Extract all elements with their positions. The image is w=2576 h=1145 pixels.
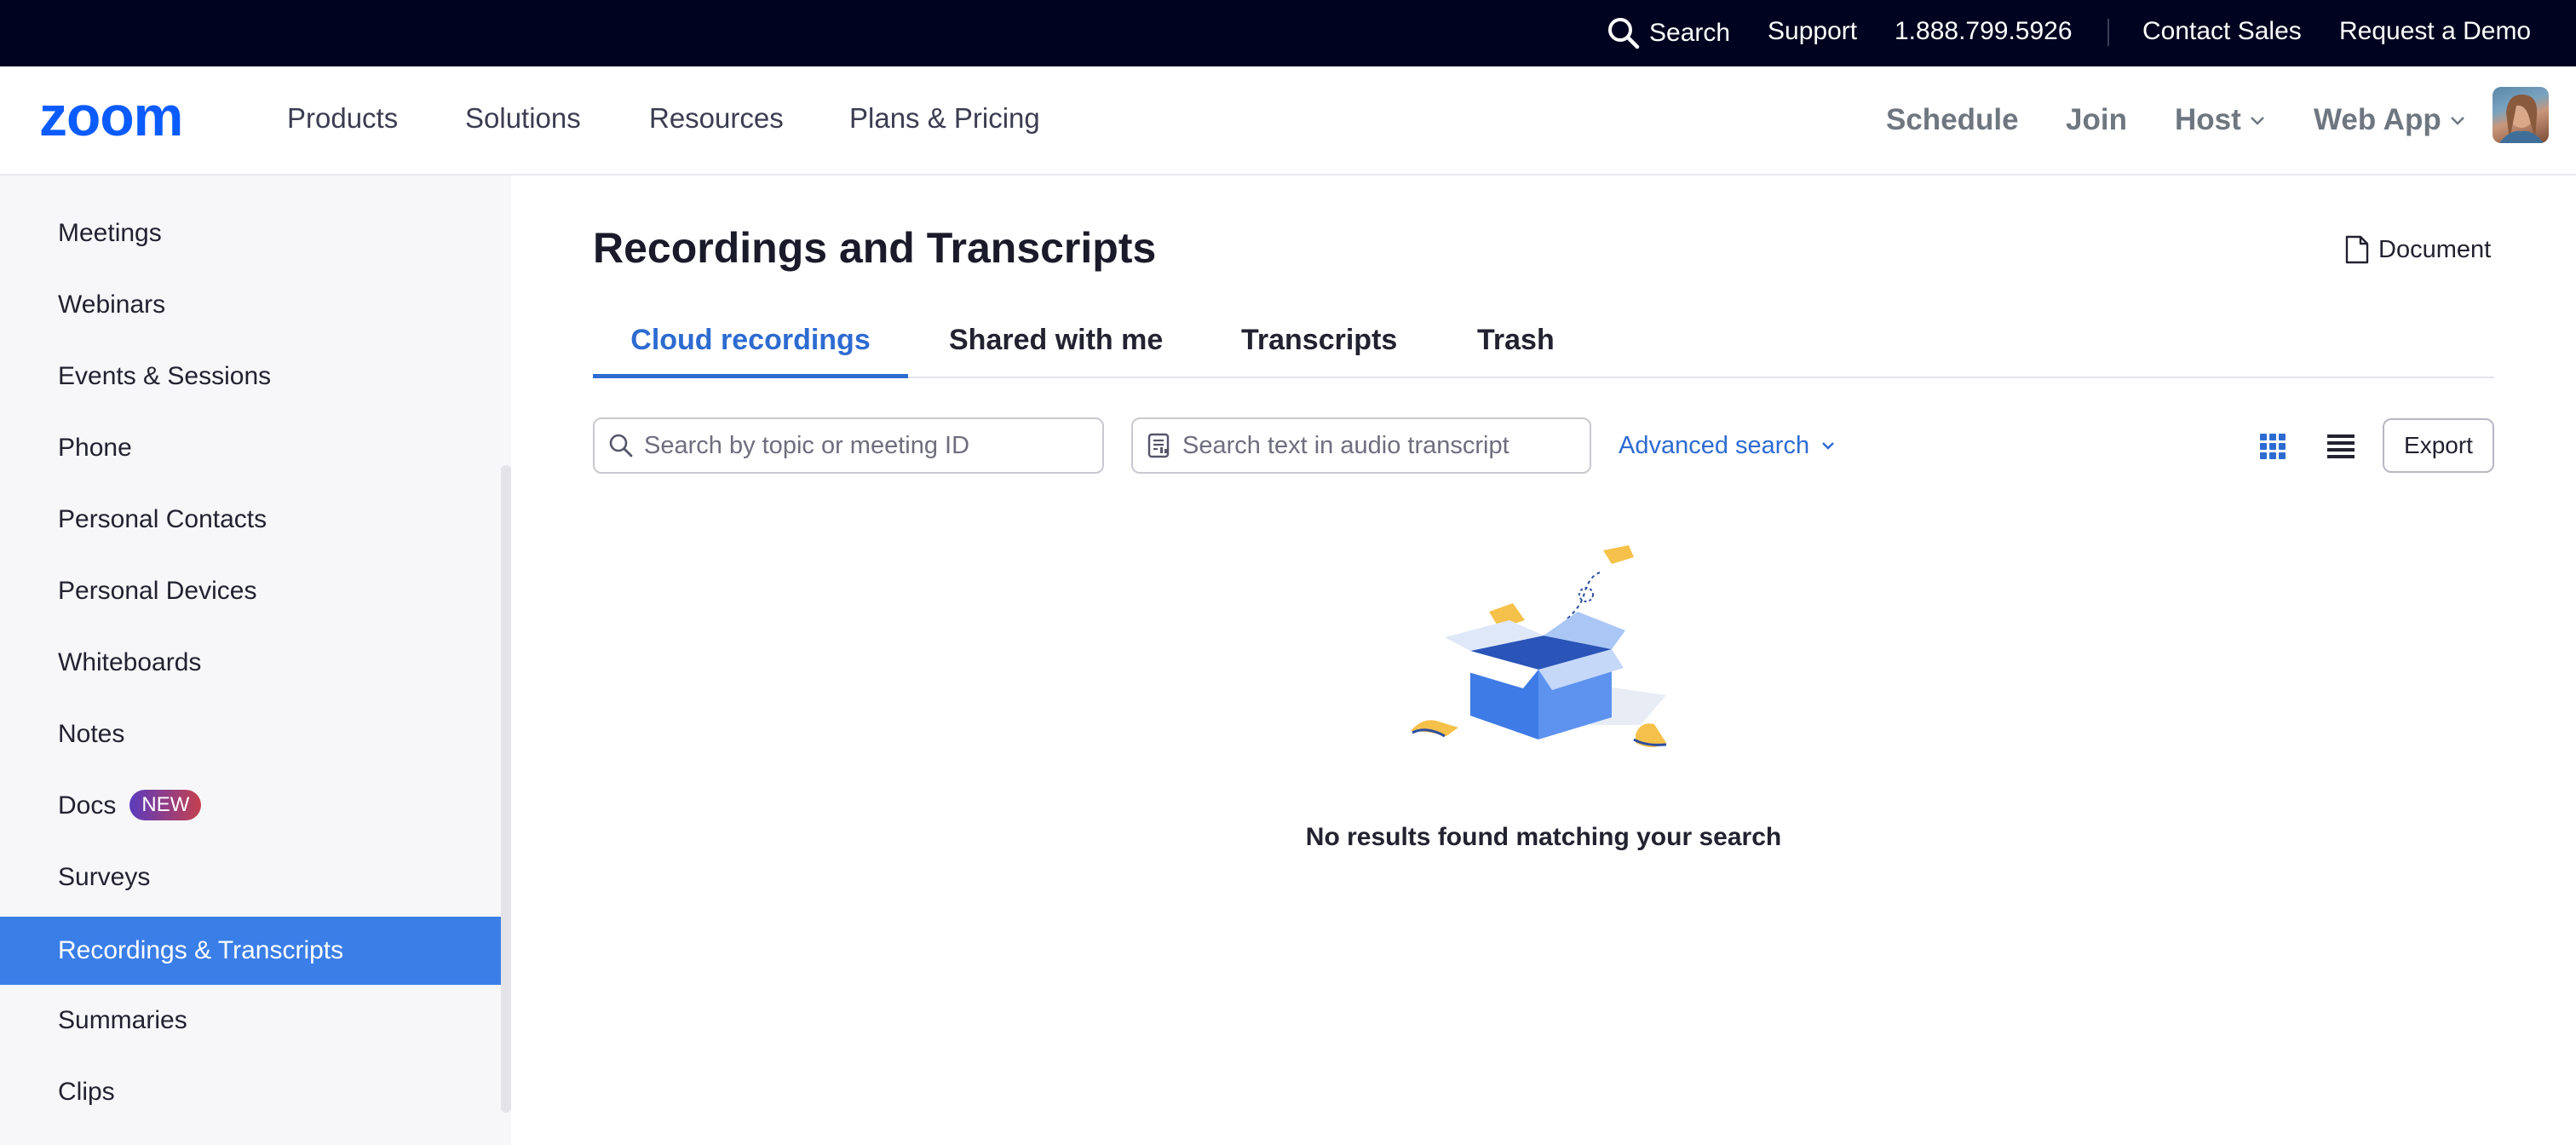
sidebar-item-docs[interactable]: Docs NEW <box>0 772 501 840</box>
nav-join[interactable]: Join <box>2066 66 2127 174</box>
top-search-label: Search <box>1649 19 1731 47</box>
empty-state-message: No results found matching your search <box>1305 823 1782 851</box>
topic-search-box[interactable] <box>593 417 1104 474</box>
sidebar-item-webinars[interactable]: Webinars <box>0 271 501 339</box>
logo-text: zoom <box>39 95 182 143</box>
advanced-search-label: Advanced search <box>1619 432 1810 459</box>
nav-schedule-label: Schedule <box>1886 103 2019 136</box>
search-icon <box>609 434 633 457</box>
nav-products[interactable]: Products <box>287 66 398 174</box>
nav-webapp-dropdown[interactable]: Web App <box>2314 66 2467 174</box>
sidebar-item-clips[interactable]: Clips <box>0 1058 501 1126</box>
sidebar-item-recordings-transcripts[interactable]: Recordings & Transcripts <box>0 917 501 985</box>
zoom-logo[interactable]: zoom <box>39 95 228 143</box>
search-icon <box>1608 18 1640 49</box>
nav-resources[interactable]: Resources <box>649 66 784 174</box>
sidebar-item-surveys[interactable]: Surveys <box>0 843 501 912</box>
sidebar-item-notes[interactable]: Notes <box>0 700 501 768</box>
sidebar-scrollbar[interactable] <box>501 465 511 1113</box>
main-nav: zoom Products Solutions Resources Plans … <box>0 66 2576 175</box>
sidebar-item-personal-devices[interactable]: Personal Devices <box>0 557 501 625</box>
chevron-down-icon <box>2250 117 2264 125</box>
contact-sales-link[interactable]: Contact Sales <box>2142 0 2302 66</box>
document-link-label: Document <box>2378 235 2492 263</box>
transcript-search-input[interactable] <box>1182 431 1590 460</box>
advanced-search-toggle[interactable]: Advanced search <box>1619 417 1837 474</box>
grid-view-icon[interactable] <box>2254 428 2291 465</box>
empty-box-illustration <box>1411 545 1667 747</box>
tab-cloud-recordings[interactable]: Cloud recordings <box>593 308 908 378</box>
sidebar-item-whiteboards[interactable]: Whiteboards <box>0 629 501 697</box>
nav-join-label: Join <box>2066 103 2127 136</box>
utility-bar: Search Support 1.888.799.5926 Contact Sa… <box>0 0 2576 66</box>
sidebar-item-meetings[interactable]: Meetings <box>0 199 501 268</box>
user-avatar[interactable] <box>2493 87 2549 143</box>
sidebar-item-docs-label: Docs <box>58 791 117 820</box>
transcript-search-box[interactable] <box>1131 417 1591 474</box>
document-icon <box>2345 235 2369 264</box>
utility-divider <box>2107 19 2109 46</box>
topic-search-input[interactable] <box>644 431 1102 460</box>
page-title: Recordings and Transcripts <box>593 224 1157 272</box>
tab-transcripts[interactable]: Transcripts <box>1241 308 1397 378</box>
sidebar-item-summaries[interactable]: Summaries <box>0 987 501 1055</box>
avatar-portrait <box>2499 94 2544 143</box>
document-link[interactable]: Document <box>2344 235 2491 264</box>
support-link[interactable]: Support <box>1768 0 1857 66</box>
nav-host-dropdown[interactable]: Host <box>2175 66 2267 174</box>
chevron-down-icon <box>2450 117 2464 125</box>
export-button[interactable]: Export <box>2383 418 2494 473</box>
recordings-tabs: Cloud recordings Shared with me Transcri… <box>593 308 2494 378</box>
nav-plans-pricing[interactable]: Plans & Pricing <box>849 66 1040 174</box>
chevron-down-icon <box>1822 442 1834 450</box>
sidebar: Meetings Webinars Events & Sessions Phon… <box>0 175 511 1145</box>
phone-number-link[interactable]: 1.888.799.5926 <box>1895 0 2073 66</box>
new-badge: NEW <box>129 790 202 821</box>
tab-shared-with-me[interactable]: Shared with me <box>949 308 1163 378</box>
transcript-icon <box>1147 433 1170 458</box>
nav-solutions[interactable]: Solutions <box>465 66 581 174</box>
sidebar-item-personal-contacts[interactable]: Personal Contacts <box>0 486 501 554</box>
nav-webapp-label: Web App <box>2314 103 2441 136</box>
sidebar-item-events-sessions[interactable]: Events & Sessions <box>0 342 501 411</box>
list-view-icon[interactable] <box>2322 428 2360 465</box>
request-demo-link[interactable]: Request a Demo <box>2339 0 2531 66</box>
top-search-link[interactable]: Search <box>1607 0 1730 66</box>
sidebar-item-phone[interactable]: Phone <box>0 414 501 482</box>
tab-trash[interactable]: Trash <box>1477 308 1555 378</box>
nav-schedule[interactable]: Schedule <box>1886 66 2019 174</box>
nav-host-label: Host <box>2175 103 2241 136</box>
